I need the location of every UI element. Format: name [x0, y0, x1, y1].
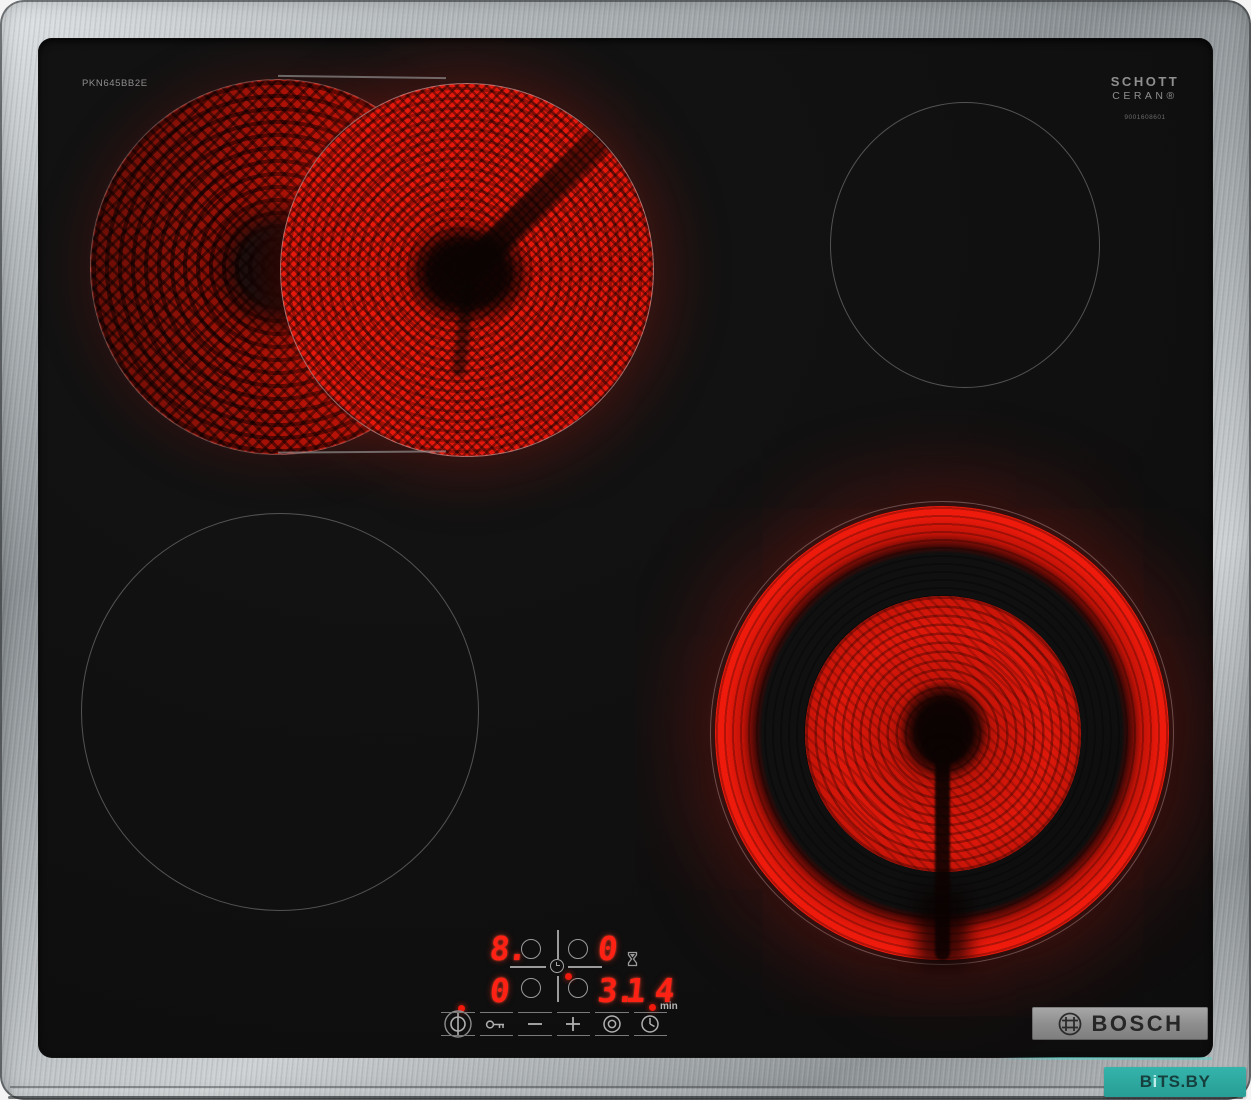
zone-rear-left-extension-glow — [280, 83, 654, 457]
frame-band — [12, 1089, 1239, 1096]
display-divider-right — [568, 966, 602, 968]
clock-icon — [641, 1015, 659, 1033]
dual-zone-icon — [603, 1015, 621, 1033]
bosch-emblem-icon — [1058, 1012, 1081, 1035]
timer-zone-select-rear-right[interactable] — [568, 939, 588, 959]
front-left-power-display: 0 — [487, 971, 510, 1010]
utensil-shadow-handle — [456, 118, 621, 283]
child-lock-button[interactable] — [479, 1012, 515, 1036]
frame-seam — [10, 1086, 1241, 1088]
model-label: PKN645BB2E — [82, 78, 148, 89]
display-divider-left — [510, 966, 546, 968]
watermark-part-b: B — [1139, 1072, 1153, 1091]
timer-min-indicator-dot — [649, 1004, 656, 1011]
bits-by-watermark: Bi TS.BY — [1104, 1067, 1246, 1097]
rear-right-power-display: 0 — [595, 929, 618, 968]
bosch-brand-text: BOSCH — [1091, 1010, 1184, 1036]
timer-zone-indicator-dot — [565, 973, 572, 980]
minus-icon — [527, 1023, 542, 1025]
display-divider-top — [557, 930, 559, 959]
dual-zone-button[interactable] — [594, 1012, 630, 1036]
watermark-part-rest: TS.BY — [1157, 1072, 1211, 1091]
schott-ceran-logo: SCHOTT CERAN® 9001608601 — [1090, 74, 1200, 121]
decrease-button[interactable] — [517, 1012, 553, 1036]
timer-unit-label: min — [660, 1001, 678, 1012]
increase-button[interactable] — [556, 1012, 592, 1036]
zone-rear-right-outline — [830, 102, 1100, 388]
timer-button[interactable] — [633, 1012, 669, 1036]
glass-ceramic-surface: PKN645BB2E SCHOTT CERAN® 9001608601 8. 0… — [38, 38, 1213, 1058]
power-button[interactable] — [440, 1010, 476, 1038]
touch-control-row — [440, 1010, 669, 1038]
roaster-outline-bottom — [277, 450, 447, 454]
zone-front-right-glow — [710, 501, 1174, 966]
power-icon — [444, 1010, 472, 1038]
display-divider-bottom — [557, 976, 559, 1002]
schott-ceran-line2: CERAN® — [1112, 90, 1178, 102]
zone-front-left-outline — [81, 513, 479, 911]
timer-zone-select-front-left[interactable] — [521, 978, 541, 998]
hourglass-icon — [627, 951, 638, 967]
schott-ceran-line1: SCHOTT — [1110, 74, 1180, 89]
heat-limiter-rod-base-shadow — [917, 890, 969, 966]
bosch-badge: BOSCH — [1032, 1007, 1208, 1040]
watermark-reflection — [998, 1057, 1212, 1060]
schott-ceran-code: 9001608601 — [1124, 114, 1166, 121]
roaster-outline-top — [277, 74, 447, 80]
frame-edge — [8, 1096, 1243, 1099]
timer-zone-select-rear-left[interactable] — [521, 939, 541, 959]
key-icon — [486, 1019, 505, 1029]
timer-center-clock-icon — [550, 959, 564, 973]
cooktop-steel-frame: PKN645BB2E SCHOTT CERAN® 9001608601 8. 0… — [0, 0, 1251, 1100]
timer-zone-select-front-right[interactable] — [568, 978, 588, 998]
plus-icon — [566, 1017, 581, 1031]
